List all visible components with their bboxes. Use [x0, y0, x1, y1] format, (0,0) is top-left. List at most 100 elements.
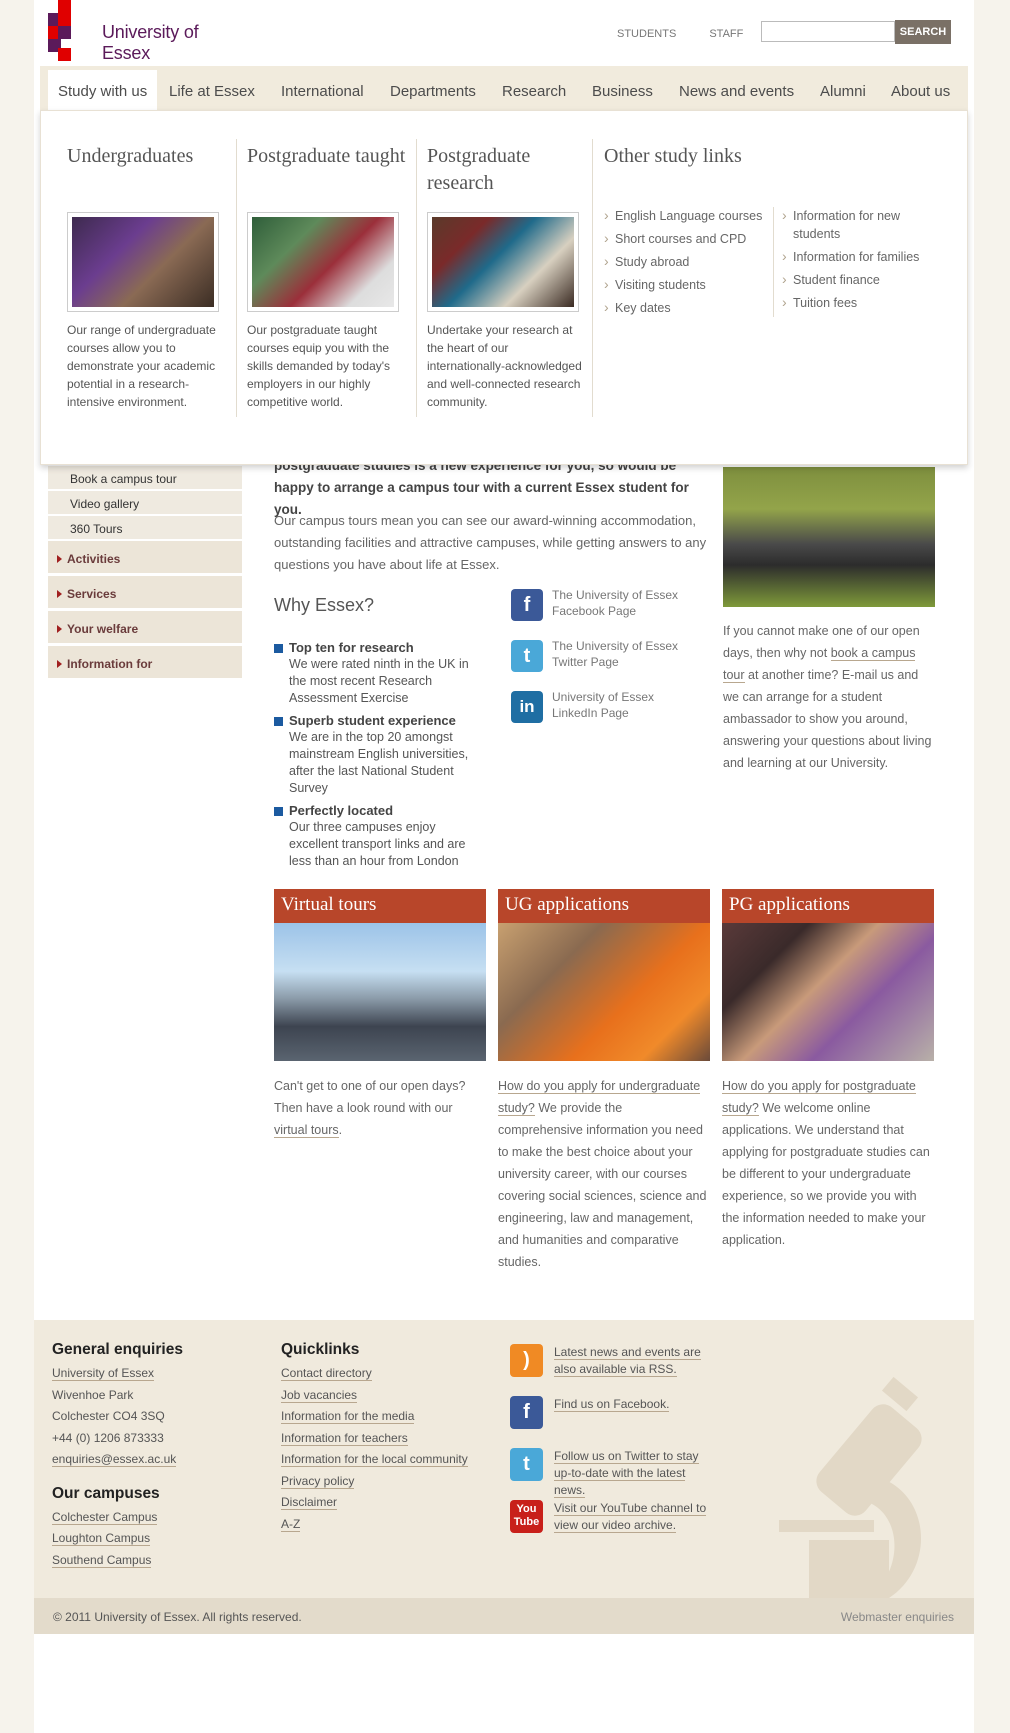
- other-links-col2: Information for new students Information…: [782, 206, 947, 317]
- students-on-grass-photo: [723, 467, 935, 607]
- twitter-page-link[interactable]: t The University of Essex Twitter Page: [511, 638, 701, 689]
- link-key-dates[interactable]: Key dates: [604, 298, 769, 317]
- undergraduates-heading[interactable]: Undergraduates: [67, 143, 227, 170]
- search-button[interactable]: SEARCH: [895, 20, 951, 44]
- quicklink-a-z[interactable]: A-Z: [281, 1516, 301, 1532]
- link-student-finance[interactable]: Student finance: [782, 270, 947, 289]
- link-info-new-students[interactable]: Information for new students: [782, 206, 947, 243]
- link-short-courses-cpd[interactable]: Short courses and CPD: [604, 229, 769, 248]
- panel-text-pre: Can't get to one of our open days? Then …: [274, 1079, 466, 1115]
- divider: [416, 139, 417, 417]
- panel-text-post: We welcome online applications. We under…: [722, 1101, 930, 1247]
- quicklink-contact-directory[interactable]: Contact directory: [281, 1366, 372, 1381]
- page-wrapper: University of Essex STUDENTS STAFF SEARC…: [34, 0, 974, 1733]
- sidebar-item-360-tours[interactable]: 360 Tours: [48, 516, 242, 541]
- footer: General enquiries University of Essex Wi…: [34, 1320, 974, 1598]
- staff-link[interactable]: STAFF: [709, 28, 743, 40]
- youtube-footer-link[interactable]: You Tube Visit our YouTube channel to vie…: [510, 1500, 710, 1552]
- nav-departments[interactable]: Departments: [390, 83, 476, 100]
- twitter-icon: t: [511, 640, 543, 672]
- rss-link[interactable]: ) Latest news and events are also availa…: [510, 1344, 710, 1396]
- sidebar-item-services[interactable]: Services: [48, 576, 242, 611]
- menu-col-other-links: Other study links English Language cours…: [604, 111, 954, 431]
- linkedin-page-link[interactable]: in University of Essex LinkedIn Page: [511, 689, 701, 740]
- sidebar-item-your-welfare[interactable]: Your welfare: [48, 611, 242, 646]
- panel-text: How do you apply for undergraduate study…: [498, 1075, 710, 1273]
- nav-business[interactable]: Business: [592, 83, 653, 100]
- twitter-footer-text[interactable]: Follow us on Twitter to stay up-to-date …: [554, 1449, 699, 1498]
- divider: [773, 207, 774, 317]
- pg-taught-photo[interactable]: [247, 212, 399, 312]
- search-input[interactable]: [761, 21, 895, 42]
- top-links: STUDENTS STAFF: [617, 28, 773, 40]
- sidebar-item-information-for[interactable]: Information for: [48, 646, 242, 681]
- link-tuition-fees[interactable]: Tuition fees: [782, 293, 947, 312]
- link-study-abroad[interactable]: Study abroad: [604, 252, 769, 271]
- panel-title[interactable]: UG applications: [498, 889, 710, 923]
- nav-life-at-essex[interactable]: Life at Essex: [169, 83, 255, 100]
- general-enquiries-heading: General enquiries: [52, 1341, 183, 1358]
- quicklink-disclaimer[interactable]: Disclaimer: [281, 1495, 338, 1510]
- virtual-tours-link[interactable]: virtual tours: [274, 1123, 339, 1138]
- nav-research[interactable]: Research: [502, 83, 566, 100]
- twitter-link-text: The University of Essex Twitter Page: [552, 639, 679, 669]
- linkedin-icon: in: [511, 691, 543, 723]
- facebook-footer-link[interactable]: f Find us on Facebook.: [510, 1396, 710, 1448]
- phone-number: +44 (0) 1206 873333: [52, 1430, 164, 1445]
- panel-title[interactable]: PG applications: [722, 889, 934, 923]
- quicklink-media[interactable]: Information for the media: [281, 1409, 415, 1424]
- virtual-tours-image[interactable]: [274, 923, 486, 1061]
- students-link[interactable]: STUDENTS: [617, 28, 676, 40]
- footer-general-enquiries: General enquiries University of Essex Wi…: [52, 1341, 252, 1571]
- quicklink-job-vacancies[interactable]: Job vacancies: [281, 1387, 358, 1403]
- colchester-campus-link[interactable]: Colchester Campus: [52, 1509, 158, 1525]
- link-visiting-students[interactable]: Visiting students: [604, 275, 769, 294]
- facebook-page-link[interactable]: f The University of Essex Facebook Page: [511, 587, 701, 638]
- webmaster-enquiries-link[interactable]: Webmaster enquiries: [841, 1610, 954, 1624]
- menu-col-pg-taught: Postgraduate taught Our postgraduate tau…: [247, 111, 412, 431]
- loughton-campus-link[interactable]: Loughton Campus: [52, 1531, 151, 1546]
- sidebar-item-video-gallery[interactable]: Video gallery: [48, 491, 242, 516]
- footer-quicklinks: Quicklinks Contact directory Job vacanci…: [281, 1341, 491, 1535]
- right-text-post: at another time? E-mail us and we can ar…: [723, 668, 932, 770]
- quicklink-teachers[interactable]: Information for teachers: [281, 1430, 408, 1446]
- facebook-icon: f: [511, 589, 543, 621]
- twitter-footer-link[interactable]: t Follow us on Twitter to stay up-to-dat…: [510, 1448, 710, 1500]
- nav-alumni[interactable]: Alumni: [820, 83, 866, 100]
- quicklinks-heading: Quicklinks: [281, 1341, 360, 1358]
- university-logo[interactable]: University of Essex: [48, 0, 248, 66]
- pg-research-photo[interactable]: [427, 212, 579, 312]
- pg-taught-text: Our postgraduate taught courses equip yo…: [247, 323, 391, 409]
- panel-text-post: .: [338, 1123, 343, 1137]
- pg-applications-image[interactable]: [722, 923, 934, 1061]
- pg-research-heading[interactable]: Postgraduate research: [427, 143, 587, 197]
- link-english-language-courses[interactable]: English Language courses: [604, 206, 769, 225]
- main-nav: Study with us Life at Essex Internationa…: [40, 66, 968, 116]
- email-link[interactable]: enquiries@essex.ac.uk: [52, 1452, 177, 1467]
- link-info-families[interactable]: Information for families: [782, 247, 947, 266]
- sidebar-item-activities[interactable]: Activities: [48, 541, 242, 576]
- panel-text: How do you apply for postgraduate study?…: [722, 1075, 934, 1251]
- nav-international[interactable]: International: [281, 83, 364, 100]
- southend-campus-link[interactable]: Southend Campus: [52, 1552, 152, 1568]
- footer-bottom-bar: © 2011 University of Essex. All rights r…: [34, 1598, 974, 1634]
- rss-icon: ): [510, 1344, 543, 1377]
- ug-applications-image[interactable]: [498, 923, 710, 1061]
- sidebar-item-book-campus-tour[interactable]: Book a campus tour: [48, 466, 242, 491]
- youtube-footer-text[interactable]: Visit our YouTube channel to view our vi…: [554, 1501, 707, 1533]
- university-of-essex-link[interactable]: University of Essex: [52, 1366, 155, 1381]
- panel-title[interactable]: Virtual tours: [274, 889, 486, 923]
- quicklink-local-community[interactable]: Information for the local community: [281, 1452, 468, 1467]
- why-essex-heading: Why Essex?: [274, 595, 375, 615]
- nav-news-and-events[interactable]: News and events: [679, 83, 794, 100]
- menu-col-undergraduates: Undergraduates Our range of undergraduat…: [67, 111, 232, 431]
- left-sidebar: Book a campus tour Video gallery 360 Tou…: [48, 466, 242, 681]
- quicklink-privacy-policy[interactable]: Privacy policy: [281, 1473, 355, 1489]
- panel-ug-applications: UG applications How do you apply for und…: [498, 889, 710, 1273]
- undergraduates-photo[interactable]: [67, 212, 219, 312]
- rss-link-text[interactable]: Latest news and events are also availabl…: [554, 1345, 701, 1377]
- pg-taught-heading[interactable]: Postgraduate taught: [247, 143, 407, 170]
- mega-menu: Undergraduates Our range of undergraduat…: [40, 110, 968, 465]
- facebook-footer-text[interactable]: Find us on Facebook.: [554, 1397, 670, 1412]
- nav-about-us[interactable]: About us: [891, 83, 950, 100]
